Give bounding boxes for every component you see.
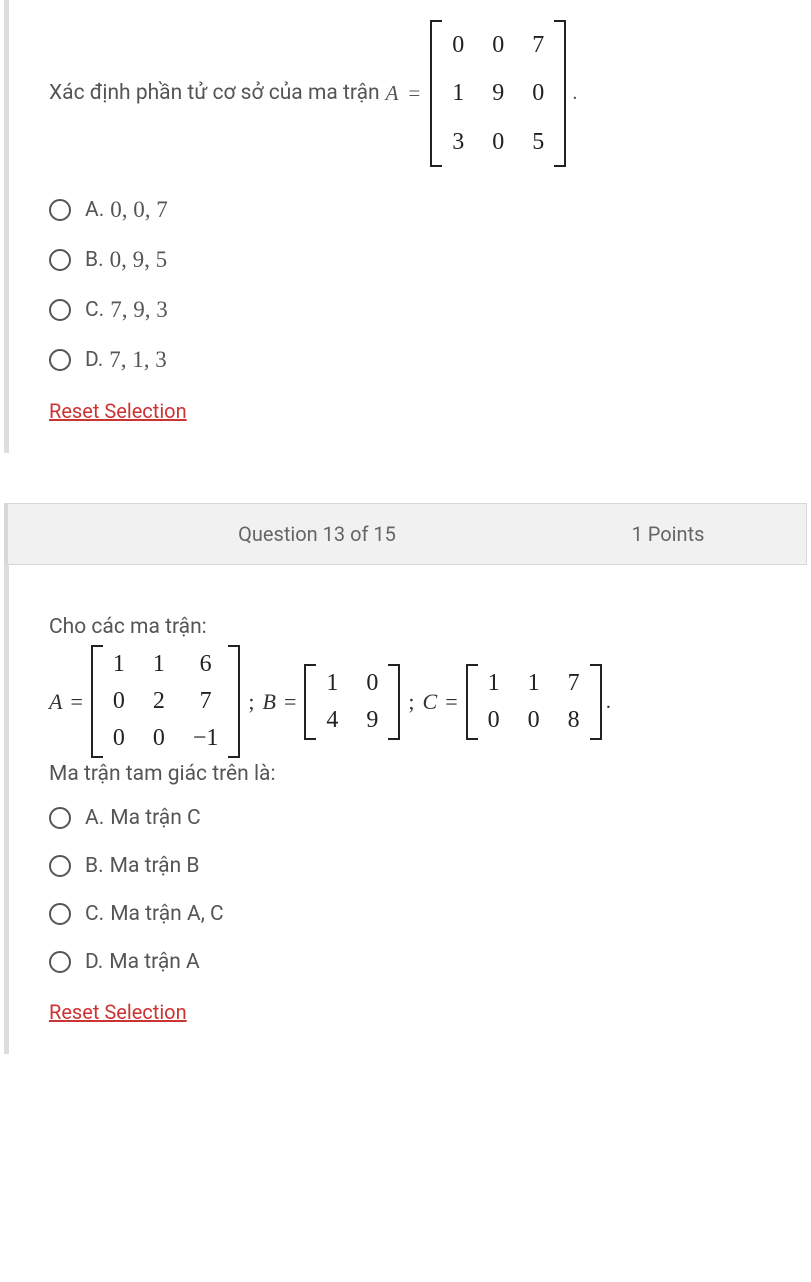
matrix-a: 007 190 305 [430,20,566,167]
matrix-var-a: A [386,77,399,111]
question-header: Question 13 of 15 1 Points [4,503,807,565]
var-b: B [263,689,276,715]
option-letter: D. [85,950,103,974]
option-value: 0, 0, 7 [110,197,168,223]
option-d[interactable]: D. 7, 1, 3 [49,335,771,385]
matrix-a: 116 027 00−1 [91,645,241,758]
radio-icon [49,951,71,973]
option-letter: A. [85,198,104,222]
matrix-b: 10 49 [304,664,400,740]
option-value: 7, 1, 3 [109,347,167,373]
option-a[interactable]: A. 0, 0, 7 [49,185,771,235]
radio-icon [49,855,71,877]
question-12-options: A. 0, 0, 7 B. 0, 9, 5 C. 7, 9, 3 D. 7, 1… [49,185,771,385]
option-c[interactable]: C. Ma trận A, C [49,890,771,938]
option-value: 7, 9, 3 [110,297,168,323]
question-number: Question 13 of 15 [36,522,558,546]
option-letter: C. [85,298,104,322]
period: . [572,77,578,111]
radio-icon [49,299,71,321]
radio-icon [49,249,71,271]
radio-icon [49,349,71,371]
period: . [606,689,612,714]
option-a[interactable]: A. Ma trận C [49,794,771,842]
matrix-c: 117 008 [466,664,602,740]
equals-sign: = [441,689,461,715]
equals-sign: = [280,689,300,715]
option-value: Ma trận A [109,950,199,974]
option-b[interactable]: B. 0, 9, 5 [49,235,771,285]
semicolon: ; [244,689,258,715]
question-13: Cho các ma trận: A = 116 027 00−1 ; B = … [4,565,811,1054]
option-letter: B. [85,854,104,878]
equals-sign: = [404,77,424,111]
question-12-prompt: Xác định phần tử cơ sở của ma trận A = 0… [49,20,771,167]
radio-icon [49,807,71,829]
var-a: A [49,689,62,715]
option-letter: B. [85,248,104,272]
prompt-text: Xác định phần tử cơ sở của ma trận [49,77,380,111]
question-13-intro: Cho các ma trận: [49,615,771,639]
option-letter: A. [85,806,104,830]
option-letter: D. [85,348,103,372]
reset-selection-link[interactable]: Reset Selection [49,1000,187,1024]
option-d[interactable]: D. Ma trận A [49,938,771,986]
question-13-subprompt: Ma trận tam giác trên là: [49,762,771,786]
option-c[interactable]: C. 7, 9, 3 [49,285,771,335]
option-b[interactable]: B. Ma trận B [49,842,771,890]
option-value: 0, 9, 5 [110,247,168,273]
var-c: C [423,689,438,715]
question-12: Xác định phần tử cơ sở của ma trận A = 0… [4,0,811,453]
equals-sign: = [66,689,86,715]
option-letter: C. [85,902,104,926]
question-13-options: A. Ma trận C B. Ma trận B C. Ma trận A, … [49,794,771,986]
reset-selection-link[interactable]: Reset Selection [49,399,187,423]
option-value: Ma trận C [110,806,200,830]
option-value: Ma trận B [110,854,200,878]
question-points: 1 Points [558,522,778,546]
radio-icon [49,903,71,925]
option-value: Ma trận A, C [110,902,223,926]
matrices-definition: A = 116 027 00−1 ; B = 10 49 ; C = [49,645,771,758]
semicolon: ; [404,689,418,715]
radio-icon [49,199,71,221]
